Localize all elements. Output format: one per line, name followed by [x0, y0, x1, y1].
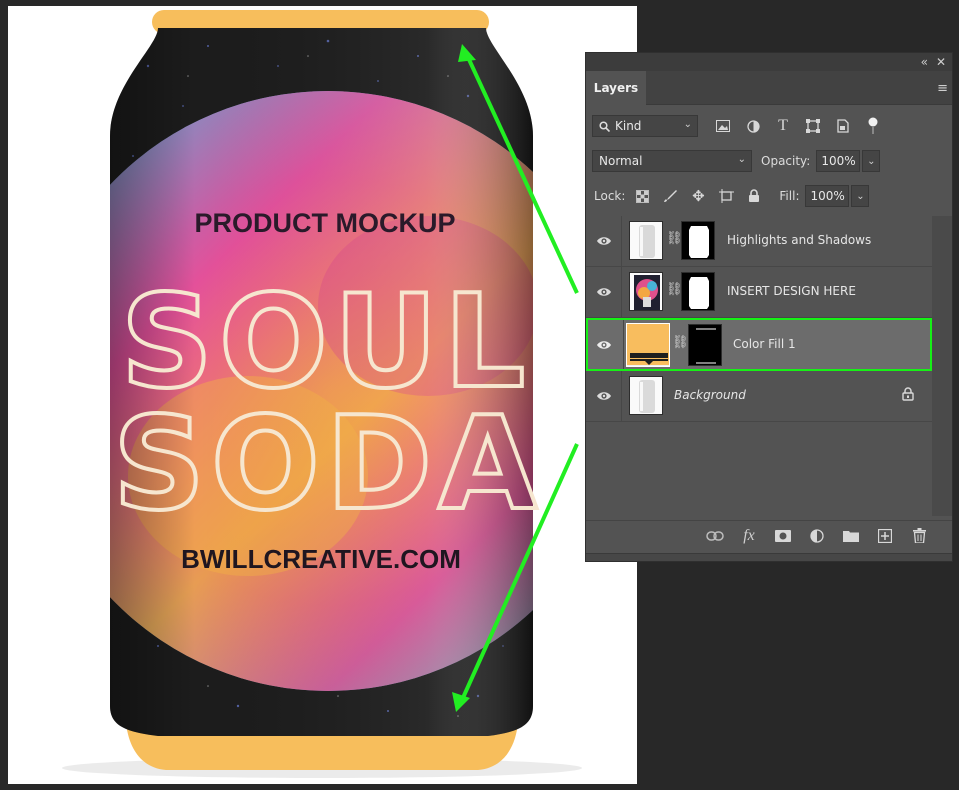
filter-kind-dropdown[interactable]: Kind ⌄: [592, 115, 698, 137]
layer-thumbnail: [629, 272, 663, 311]
opacity-label: Opacity:: [761, 154, 811, 168]
lock-row: Lock: ✥ Fill: 100% ⌄: [586, 185, 952, 207]
double-chevron-left-icon[interactable]: «: [921, 55, 928, 69]
document-canvas[interactable]: PRODUCT MOCKUP SOUL SODA BWILLCREATIVE.C…: [8, 6, 637, 784]
layer-name[interactable]: Background: [674, 388, 746, 402]
fill-color-thumbnail[interactable]: [626, 323, 670, 367]
soda-can-mockup: PRODUCT MOCKUP SOUL SODA BWILLCREATIVE.C…: [62, 10, 582, 778]
new-group-icon[interactable]: [840, 526, 862, 546]
shape-filter-icon[interactable]: [802, 115, 824, 137]
smart-object-filter-icon[interactable]: [832, 115, 854, 137]
add-mask-icon[interactable]: [772, 526, 794, 546]
filter-kind-label: Kind: [615, 119, 642, 133]
chevron-down-icon: ⌄: [683, 119, 692, 130]
new-adjustment-icon[interactable]: [806, 526, 828, 546]
new-layer-icon[interactable]: [874, 526, 896, 546]
can-header-text: PRODUCT MOCKUP: [195, 208, 456, 238]
opacity-input[interactable]: 100%: [816, 150, 861, 172]
lock-label: Lock:: [594, 189, 626, 203]
lock-artboard-icon[interactable]: [715, 185, 737, 207]
link-layers-icon[interactable]: [704, 526, 726, 546]
layer-list-scrollbar[interactable]: [932, 216, 952, 516]
panel-tab-row: Layers ≡: [586, 71, 952, 105]
adjustment-filter-icon[interactable]: [742, 115, 764, 137]
layer-name[interactable]: Highlights and Shadows: [727, 233, 871, 247]
lock-image-icon[interactable]: [659, 185, 681, 207]
layers-panel: « ✕ Layers ≡ Kind ⌄ T Normal ⌄ Opacity: …: [585, 52, 953, 562]
layers-footer-toolbar: fx: [586, 520, 952, 550]
eye-icon[interactable]: [596, 233, 612, 249]
lock-transparent-icon[interactable]: [631, 185, 653, 207]
lock-all-icon[interactable]: [743, 185, 765, 207]
layer-mask-thumbnail[interactable]: [681, 221, 715, 260]
layer-list: ⛓ Highlights and Shadows ⛓ INSERT DESIGN…: [586, 216, 932, 516]
can-title-line2: SODA: [113, 390, 543, 539]
layer-row-insert-design[interactable]: ⛓ INSERT DESIGN HERE: [586, 267, 932, 318]
close-icon[interactable]: ✕: [936, 55, 946, 69]
fx-icon[interactable]: fx: [738, 526, 760, 546]
chevron-down-icon: ⌄: [737, 154, 746, 165]
fill-slider-toggle[interactable]: ⌄: [851, 185, 870, 207]
blend-mode-dropdown[interactable]: Normal ⌄: [592, 150, 752, 172]
eye-icon[interactable]: [596, 337, 612, 353]
layer-thumbnail: [629, 376, 663, 415]
panel-topbar: « ✕: [586, 53, 952, 71]
blend-row: Normal ⌄ Opacity: 100% ⌄: [586, 150, 952, 172]
eye-icon[interactable]: [596, 388, 612, 404]
filter-row: Kind ⌄ T: [586, 115, 952, 137]
hamburger-icon[interactable]: ≡: [937, 81, 948, 96]
tab-layers[interactable]: Layers: [586, 71, 646, 105]
layer-name[interactable]: INSERT DESIGN HERE: [727, 284, 856, 298]
layer-mask-thumbnail[interactable]: [688, 324, 722, 366]
opacity-slider-toggle[interactable]: ⌄: [862, 150, 881, 172]
image-filter-icon[interactable]: [712, 115, 734, 137]
blend-mode-value: Normal: [599, 154, 643, 168]
type-filter-icon[interactable]: T: [772, 115, 794, 137]
fill-input[interactable]: 100%: [805, 185, 850, 207]
can-footer-text: BWILLCREATIVE.COM: [181, 544, 461, 574]
layer-thumbnail: [629, 221, 663, 260]
panel-bottom-edge: [586, 553, 952, 561]
filter-toggle-icon[interactable]: [862, 115, 884, 137]
fill-label: Fill:: [779, 189, 800, 203]
eye-icon[interactable]: [596, 284, 612, 300]
delete-layer-icon[interactable]: [908, 526, 930, 546]
layer-row-color-fill[interactable]: ⛓ Color Fill 1: [586, 318, 932, 371]
lock-position-icon[interactable]: ✥: [687, 185, 709, 207]
search-icon: [599, 121, 610, 132]
lock-icon[interactable]: [902, 387, 914, 401]
layer-mask-thumbnail[interactable]: [681, 272, 715, 311]
layer-row-background[interactable]: Background: [586, 371, 932, 422]
link-chain-icon[interactable]: ⛓: [672, 335, 689, 350]
layer-row-highlights[interactable]: ⛓ Highlights and Shadows: [586, 216, 932, 267]
layer-name[interactable]: Color Fill 1: [733, 337, 796, 351]
